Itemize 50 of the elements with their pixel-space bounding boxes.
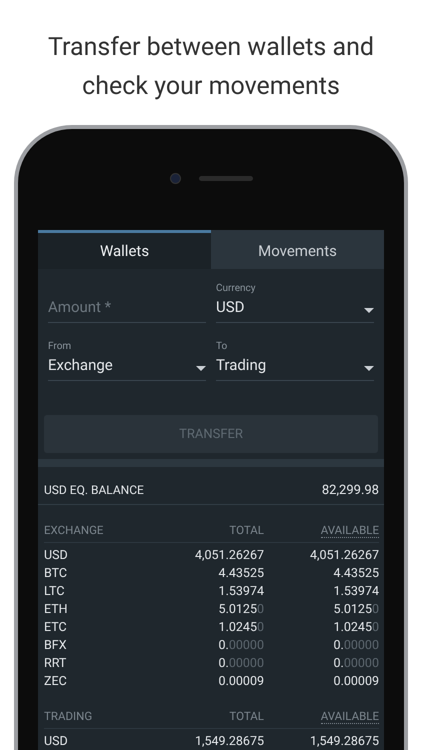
table-cell-text: 1.02450 xyxy=(218,619,264,637)
table-cell-text: 1,549.28675 xyxy=(194,733,264,750)
table-cell-text: 4.43525 xyxy=(332,565,379,583)
table-cell-text: 0.00000 xyxy=(332,637,379,655)
field-label: Currency xyxy=(216,283,256,294)
table-cell-text: ZEC xyxy=(44,673,68,691)
caret-icon xyxy=(364,308,374,312)
to-dropdown[interactable]: Trading xyxy=(216,356,374,381)
table-cell-text: 0.00009 xyxy=(332,673,379,691)
column-header: TRADING xyxy=(44,709,154,729)
field-label: To xyxy=(216,341,228,352)
tab[interactable]: Wallets xyxy=(38,230,211,269)
column-header: AVAILABLE xyxy=(320,523,379,538)
table-cell-text: 5.01250 xyxy=(332,601,379,619)
camera-icon xyxy=(170,173,180,184)
table-cell-text: 1.53974 xyxy=(332,583,379,601)
table-cell-text: 4,051.26267 xyxy=(194,547,264,565)
currency-dropdown[interactable]: USD xyxy=(216,298,374,323)
caret-icon xyxy=(196,366,206,370)
table-cell-text: 5.01250 xyxy=(218,601,264,619)
table-cell-text: 1.02450 xyxy=(332,619,379,637)
table-cell-text: USD xyxy=(44,733,69,750)
balance-label: USD EQ. BALANCE xyxy=(44,483,144,498)
table-cell-text: 0.00000 xyxy=(218,655,264,673)
table-cell-text: 4.43525 xyxy=(218,565,264,583)
from-dropdown[interactable]: Exchange xyxy=(48,356,206,381)
column-header: AVAILABLE xyxy=(320,709,379,724)
headline: Transfer between wallets and check your movements xyxy=(47,32,375,103)
column-header: TOTAL xyxy=(154,709,264,729)
table-cell-text: 1,549.28675 xyxy=(309,733,379,750)
table-cell-text: BFX xyxy=(44,637,68,655)
column-header: TOTAL xyxy=(154,523,264,543)
amount-field[interactable]: Amount * xyxy=(48,298,206,323)
speaker-icon xyxy=(198,176,252,181)
field-label: From xyxy=(48,341,72,352)
caret-icon xyxy=(364,366,374,370)
table-cell-text: USD xyxy=(44,547,69,565)
table-cell-text: ETH xyxy=(44,601,69,619)
table-cell-text: 0.00000 xyxy=(332,655,379,673)
table-cell-text: RRT xyxy=(44,655,68,673)
table-cell-text: ETC xyxy=(44,619,68,637)
table-cell-text: BTC xyxy=(44,565,68,583)
column-header: EXCHANGE xyxy=(44,523,154,543)
table-cell-text: LTC xyxy=(44,583,66,601)
table-cell-text: 4,051.26267 xyxy=(309,547,379,565)
balance-value: 82,299.98 xyxy=(322,483,379,498)
table-cell-text: 0.00000 xyxy=(218,637,264,655)
tab[interactable]: Movements xyxy=(211,230,384,269)
table-cell-text: 1.53974 xyxy=(218,583,264,601)
table-cell-text: 0.00009 xyxy=(218,673,264,691)
